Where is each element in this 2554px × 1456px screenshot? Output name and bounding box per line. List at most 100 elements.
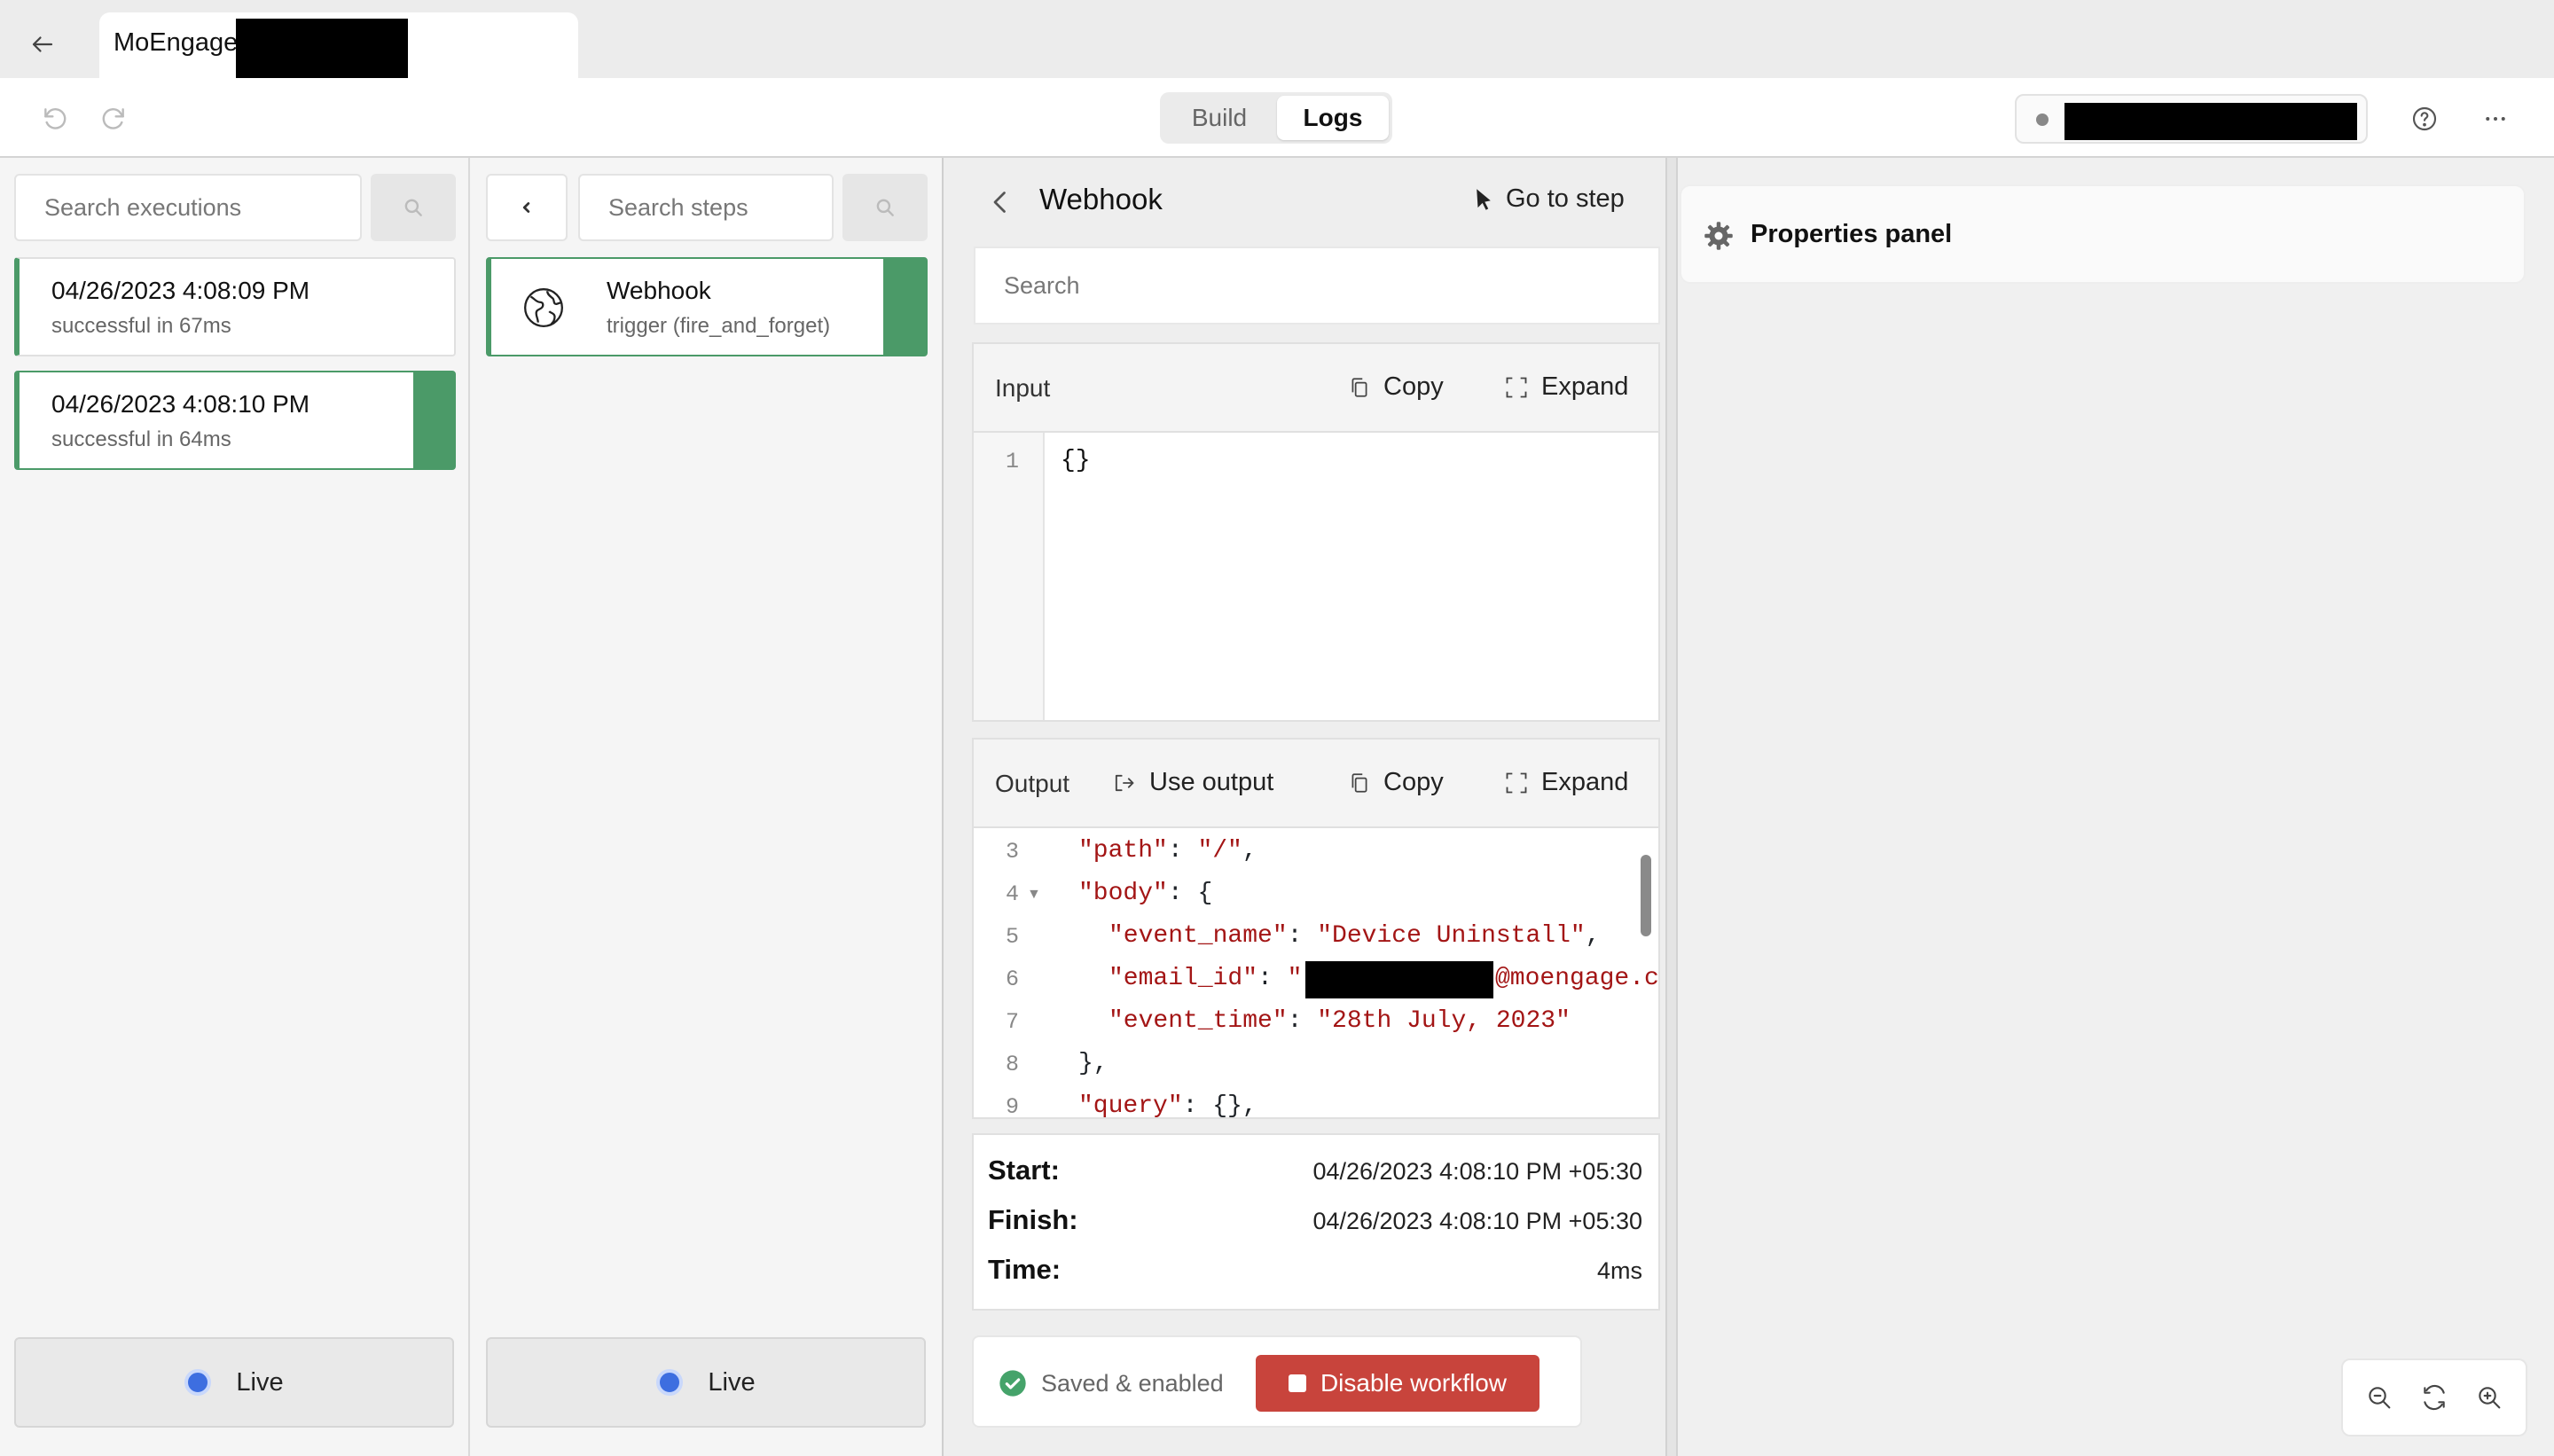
code-line: "path": "/", xyxy=(1078,837,1257,865)
properties-area: Properties panel xyxy=(1678,158,2554,1456)
workflow-footer: Saved & enabled Disable workflow xyxy=(972,1335,1582,1428)
tab-logs[interactable]: Logs xyxy=(1277,96,1389,140)
search-icon[interactable] xyxy=(842,174,928,241)
input-code: {} xyxy=(1061,447,1091,474)
execution-item[interactable]: 04/26/2023 4:08:09 PM successful in 67ms xyxy=(14,257,456,356)
step-item-webhook[interactable]: Webhook trigger (fire_and_forget) xyxy=(486,257,928,356)
use-output-button[interactable]: Use output xyxy=(1110,768,1273,797)
input-copy-button[interactable]: Copy xyxy=(1348,372,1444,402)
finish-label: Finish: xyxy=(988,1204,1078,1235)
zoom-in-icon[interactable] xyxy=(2475,1383,2503,1412)
expand-label: Expand xyxy=(1541,768,1629,796)
live-label: Live xyxy=(708,1367,756,1397)
line-number: 3 xyxy=(1006,839,1020,865)
output-copy-button[interactable]: Copy xyxy=(1348,768,1444,797)
selected-indicator xyxy=(413,372,454,468)
live-button[interactable]: Live xyxy=(486,1337,926,1428)
line-number: 6 xyxy=(1006,967,1020,992)
output-expand-button[interactable]: Expand xyxy=(1504,768,1628,797)
code-line: "query": {}, xyxy=(1078,1092,1257,1119)
email-domain: @moengage.c xyxy=(1495,965,1659,992)
line-number: 5 xyxy=(1006,924,1020,950)
search-executions-input[interactable]: Search executions xyxy=(14,174,362,241)
line-number: 7 xyxy=(1006,1009,1020,1035)
execution-metadata: Start: 04/26/2023 4:08:10 PM +05:30 Fini… xyxy=(972,1133,1660,1311)
browser-tab[interactable]: MoEngage xyxy=(99,12,578,82)
executions-panel: Search executions 04/26/2023 4:08:09 PM … xyxy=(0,158,470,1456)
line-number: 9 xyxy=(1006,1094,1020,1119)
line-number: 4 xyxy=(1006,881,1020,907)
tab-build[interactable]: Build xyxy=(1163,96,1275,140)
step-detail-panel: Webhook Go to step Search Input Copy Exp… xyxy=(944,158,1665,1456)
disable-workflow-button[interactable]: Disable workflow xyxy=(1256,1355,1539,1412)
execution-item-selected[interactable]: 04/26/2023 4:08:10 PM successful in 64ms xyxy=(14,371,456,470)
copy-label: Copy xyxy=(1383,372,1444,401)
copy-label: Copy xyxy=(1383,768,1444,796)
redacted-block xyxy=(2064,103,2357,140)
fold-arrow-icon[interactable]: ▼ xyxy=(1027,887,1041,903)
execution-status: successful in 64ms xyxy=(51,427,231,451)
collapse-chevron-icon[interactable] xyxy=(486,174,568,241)
copy-icon xyxy=(1348,375,1371,400)
use-output-label: Use output xyxy=(1149,768,1274,796)
output-code-editor[interactable]: 3 4 ▼ 5 6 7 8 9 "path": "/", "body": { "… xyxy=(972,826,1660,1119)
check-circle-icon xyxy=(999,1369,1027,1397)
step-subtitle: trigger (fire_and_forget) xyxy=(607,314,831,338)
redacted-email xyxy=(1305,961,1493,998)
view-switcher: Build Logs xyxy=(1160,92,1392,144)
status-dot xyxy=(2036,114,2049,126)
properties-panel[interactable]: Properties panel xyxy=(1680,184,2526,284)
scrollbar-thumb[interactable] xyxy=(1641,855,1651,936)
start-label: Start: xyxy=(988,1155,1060,1186)
stop-icon xyxy=(1288,1374,1306,1392)
step-search-input[interactable]: Search xyxy=(974,247,1660,325)
code-line: }, xyxy=(1078,1050,1109,1077)
go-to-step-label: Go to step xyxy=(1506,184,1625,213)
execution-timestamp: 04/26/2023 4:08:09 PM xyxy=(51,277,310,304)
redacted-block xyxy=(236,19,408,82)
panel-resize-divider[interactable] xyxy=(1665,158,1678,1456)
search-icon[interactable] xyxy=(371,174,456,241)
input-expand-button[interactable]: Expand xyxy=(1504,372,1628,402)
start-value: 04/26/2023 4:08:10 PM +05:30 xyxy=(1312,1158,1642,1185)
undo-icon[interactable] xyxy=(35,99,74,138)
step-title: Webhook xyxy=(1039,183,1163,215)
workflow-status-pill[interactable] xyxy=(2015,94,2368,144)
input-label: Input xyxy=(995,374,1051,402)
reset-view-icon[interactable] xyxy=(2420,1383,2448,1412)
zoom-out-icon[interactable] xyxy=(2365,1383,2393,1412)
expand-label: Expand xyxy=(1541,372,1629,401)
output-label: Output xyxy=(995,770,1070,797)
execution-status: successful in 67ms xyxy=(51,314,231,338)
step-name: Webhook xyxy=(607,277,711,304)
tab-title: MoEngage xyxy=(114,28,239,57)
code-line: "email_id": " xyxy=(1109,965,1303,992)
code-line: "event_name": "Device Uninstall", xyxy=(1109,922,1601,950)
line-gutter xyxy=(974,433,1045,720)
saved-status-label: Saved & enabled xyxy=(1041,1369,1224,1397)
more-options-icon[interactable] xyxy=(2476,99,2515,138)
back-chevron-icon[interactable] xyxy=(984,186,1020,222)
expand-icon xyxy=(1504,375,1529,400)
cursor-pointer-icon xyxy=(1474,188,1493,211)
time-value: 4ms xyxy=(1596,1257,1642,1284)
search-steps-input[interactable]: Search steps xyxy=(578,174,834,241)
back-arrow-icon[interactable] xyxy=(20,23,66,66)
live-indicator-dot xyxy=(184,1369,212,1396)
live-label: Live xyxy=(236,1367,284,1397)
execution-timestamp: 04/26/2023 4:08:10 PM xyxy=(51,390,310,418)
redo-icon[interactable] xyxy=(94,99,133,138)
live-indicator-dot xyxy=(656,1369,684,1396)
globe-icon xyxy=(521,286,566,330)
title-bar: MoEngage xyxy=(0,0,2554,82)
input-section-header: Input Copy Expand xyxy=(972,342,1660,431)
go-to-step-link[interactable]: Go to step xyxy=(1474,184,1625,214)
saved-status: Saved & enabled xyxy=(999,1369,1224,1397)
input-code-editor[interactable]: 1 {} xyxy=(972,431,1660,722)
help-icon[interactable] xyxy=(2405,99,2444,138)
time-label: Time: xyxy=(988,1254,1062,1285)
output-section-header: Output Use output Copy Expand xyxy=(972,738,1660,826)
live-button[interactable]: Live xyxy=(14,1337,454,1428)
properties-panel-title: Properties panel xyxy=(1751,220,1953,248)
line-number: 1 xyxy=(1006,449,1020,474)
